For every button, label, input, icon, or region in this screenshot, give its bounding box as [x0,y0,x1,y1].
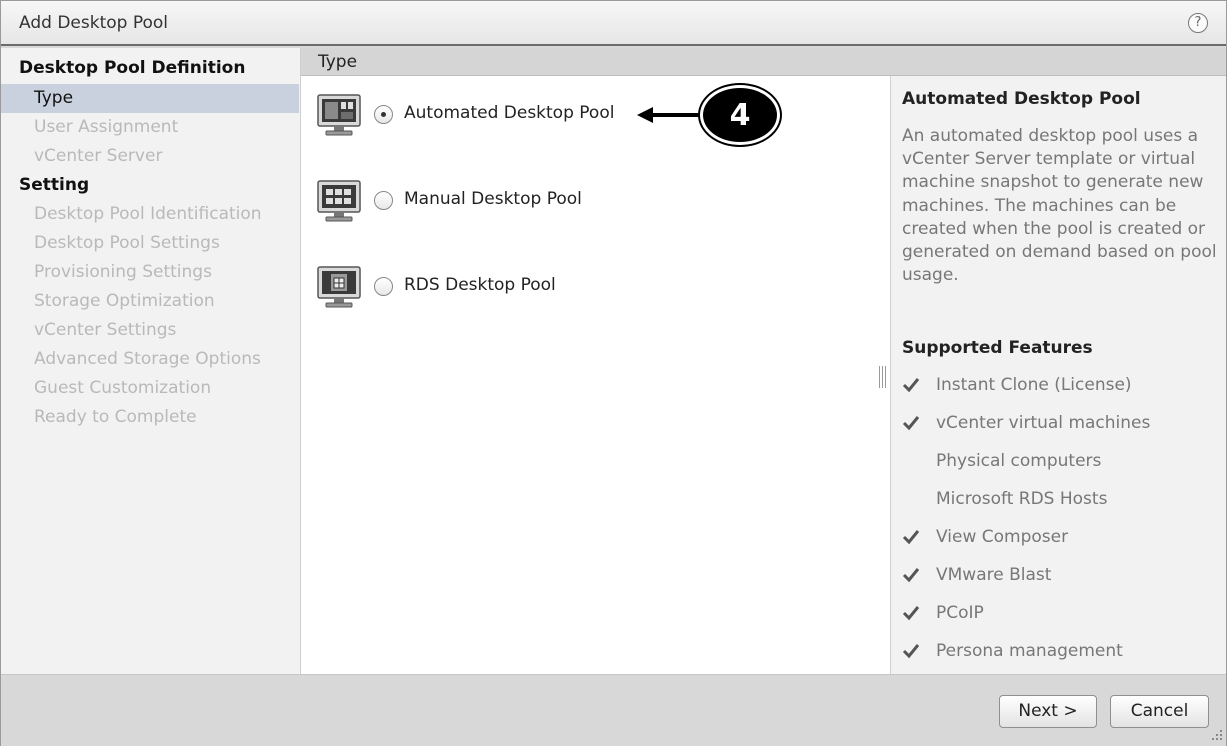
add-desktop-pool-dialog: Add Desktop Pool ? Desktop Pool Definiti… [0,0,1227,746]
feature-label: PCoIP [936,603,984,623]
type-section-header: Type [301,48,1226,76]
annotation-arrow [637,107,703,123]
check-icon [902,568,920,583]
panel-splitter-handle[interactable] [879,366,886,388]
feature-label: View Composer [936,527,1069,547]
nav-item-user-assignment: User Assignment [34,117,179,137]
nav-section-desktop-pool-definition: Desktop Pool Definition [19,58,246,78]
feature-item: PCoIP [902,603,1222,627]
feature-label: Physical computers [936,451,1102,471]
automated-pool-monitor-icon [317,94,361,136]
nav-item-vcenter-server: vCenter Server [34,146,163,166]
feature-item: View Composer [902,527,1222,551]
pool-option-automated[interactable]: Automated Desktop Pool [317,93,877,137]
check-icon [902,606,920,621]
details-title: Automated Desktop Pool [902,89,1141,109]
feature-label: vCenter virtual machines [936,413,1151,433]
manual-pool-label[interactable]: Manual Desktop Pool [404,189,582,209]
wizard-steps-nav: Desktop Pool Definition Type User Assign… [1,48,301,674]
rds-pool-radio[interactable] [374,277,393,296]
nav-section-setting: Setting [19,175,90,195]
feature-label: Instant Clone (License) [936,375,1132,395]
feature-item: vCenter virtual machines [902,413,1222,437]
nav-item-ready-to-complete: Ready to Complete [34,407,197,427]
feature-item: VMware Blast [902,565,1222,589]
nav-item-vcenter-settings: vCenter Settings [34,320,177,340]
check-icon [902,644,920,659]
resize-grip-icon[interactable] [1211,728,1223,742]
rds-pool-monitor-icon [317,266,361,308]
manual-pool-radio[interactable] [374,191,393,210]
automated-pool-label[interactable]: Automated Desktop Pool [404,103,614,123]
supported-features-title: Supported Features [902,338,1093,358]
cancel-button[interactable]: Cancel [1110,695,1209,728]
automated-pool-radio[interactable] [374,105,393,124]
dialog-footer: Next > Cancel [1,674,1226,746]
feature-label: Persona management [936,641,1123,661]
feature-item: Instant Clone (License) [902,375,1222,399]
nav-item-advanced-storage-options: Advanced Storage Options [34,349,261,369]
step-annotation-badge: 4 [700,85,780,145]
dialog-title: Add Desktop Pool [19,13,168,33]
nav-item-provisioning-settings: Provisioning Settings [34,262,212,282]
details-description: An automated desktop pool uses a vCenter… [902,126,1217,286]
pool-details-panel: Automated Desktop Pool An automated desk… [891,76,1226,674]
feature-label: VMware Blast [936,565,1052,585]
nav-item-type[interactable]: Type [1,84,299,113]
check-icon [902,416,920,431]
nav-item-desktop-pool-settings: Desktop Pool Settings [34,233,220,253]
feature-item: Persona management [902,641,1222,665]
manual-pool-monitor-icon [317,180,361,222]
pool-option-manual[interactable]: Manual Desktop Pool [317,179,877,223]
nav-item-desktop-pool-identification: Desktop Pool Identification [34,204,262,224]
feature-item: Physical computers [902,451,1222,475]
nav-item-guest-customization: Guest Customization [34,378,212,398]
check-icon [902,378,920,393]
pool-type-panel: Automated Desktop Pool Manual Desktop Po… [301,76,891,674]
nav-item-storage-optimization: Storage Optimization [34,291,215,311]
feature-label: Microsoft RDS Hosts [936,489,1108,509]
check-icon [902,530,920,545]
feature-item: Microsoft RDS Hosts [902,489,1222,513]
title-bar: Add Desktop Pool ? [1,1,1226,46]
pool-option-rds[interactable]: RDS Desktop Pool [317,265,877,309]
help-icon[interactable]: ? [1188,13,1208,33]
type-section-title: Type [318,52,358,72]
next-button[interactable]: Next > [999,695,1097,728]
rds-pool-label[interactable]: RDS Desktop Pool [404,275,556,295]
